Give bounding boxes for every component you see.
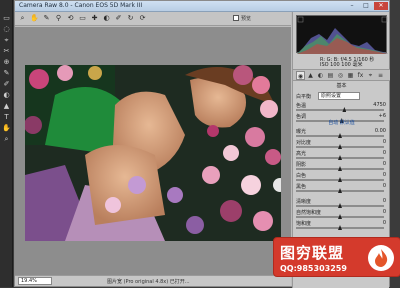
ps-tool-icon[interactable]: ✂ xyxy=(2,47,11,56)
slider-label: 色温 xyxy=(296,103,307,109)
slider-label: 清晰度 xyxy=(296,199,312,205)
slider-row: 饱和度 0 xyxy=(296,220,388,232)
slider-value[interactable]: 0 xyxy=(383,198,386,204)
workflow-options-link[interactable]: 图片宽 (Pro original 4.8x) 已打开... xyxy=(107,278,190,285)
preview-label: 预览 xyxy=(241,16,252,22)
panel-tabs: ◉ ▲ ◐ ▤ ◎ ▦ fx ⌖ ≡ xyxy=(293,69,390,81)
pixel-readout: R: G: B: f/4.5 1/160 秒 ISO 100 100 毫米 xyxy=(296,55,387,68)
slider-track[interactable] xyxy=(296,109,384,111)
image-canvas[interactable] xyxy=(15,27,291,275)
flame-logo-icon xyxy=(368,245,394,271)
dialog-titlebar: Camera Raw 8.0 - Canon EOS 5D Mark III –… xyxy=(15,1,389,12)
slider-label: 阴影 xyxy=(296,162,307,168)
raw-tool-icon[interactable]: ✎ xyxy=(42,14,51,23)
slider-value[interactable]: 0 xyxy=(383,209,386,215)
slider-label: 黑色 xyxy=(296,184,307,190)
raw-tool-icon[interactable]: ⚲ xyxy=(54,14,63,23)
slider-value[interactable]: 0.00 xyxy=(375,128,386,134)
panel-tab-icon[interactable]: fx xyxy=(356,71,365,80)
ps-tool-icon[interactable]: ▲ xyxy=(2,102,11,111)
ps-tool-icon[interactable]: ▭ xyxy=(2,14,11,23)
panel-tab-icon[interactable]: ▤ xyxy=(326,71,335,80)
white-balance-row: 白平衡 原照设置 xyxy=(296,92,388,101)
watermark-title: 图穷联盟 xyxy=(280,244,345,262)
raw-tool-icon[interactable]: ✐ xyxy=(114,14,123,23)
slider-label: 自然饱和度 xyxy=(296,210,322,216)
ps-tool-icon[interactable]: ✎ xyxy=(2,69,11,78)
raw-tool-icon[interactable]: ⌕ xyxy=(18,14,27,23)
maximize-button[interactable]: □ xyxy=(360,2,372,10)
close-button[interactable]: ✕ xyxy=(374,2,388,10)
raw-tool-icon[interactable]: ✋ xyxy=(30,14,39,23)
ps-tool-icon[interactable]: ⌖ xyxy=(2,36,11,45)
raw-tool-icon[interactable]: ◐ xyxy=(102,14,111,23)
raw-tool-icon[interactable]: ✚ xyxy=(90,14,99,23)
status-bar: 19.4% 图片宽 (Pro original 4.8x) 已打开... xyxy=(15,275,291,286)
white-balance-select[interactable]: 原照设置 xyxy=(318,92,360,100)
slider-value[interactable]: 0 xyxy=(383,183,386,189)
slider-label: 高光 xyxy=(296,151,307,157)
histogram xyxy=(296,15,388,54)
camera-raw-dialog: Camera Raw 8.0 - Canon EOS 5D Mark III –… xyxy=(14,0,400,288)
camera-raw-window: ▭ ◌ ⌖ ✂ ⊕ ✎ ✐ ◐ ▲ T ✋ ⌕ Camera Raw 8.0 - Canon EOS … xyxy=(0,0,400,288)
panel-section-title: 基本 xyxy=(336,83,347,89)
slider-value[interactable]: 0 xyxy=(383,220,386,226)
white-balance-label: 白平衡 xyxy=(296,94,312,100)
panel-tab-icon[interactable]: ◉ xyxy=(296,71,305,80)
ps-tool-icon[interactable]: ◐ xyxy=(2,91,11,100)
slider-value[interactable]: 4750 xyxy=(373,102,386,108)
slider-value[interactable]: 0 xyxy=(383,150,386,156)
slider-row: 黑色 0 xyxy=(296,183,388,195)
raw-tool-tray: 预览 ⌕ ✋ ✎ ⚲ ⟲ ▭ ✚ ◐ ✐ ↻ ⟳ xyxy=(15,12,291,26)
panel-tab-icon[interactable]: ◎ xyxy=(336,71,345,80)
slider-label: 对比度 xyxy=(296,140,312,146)
dialog-title: Camera Raw 8.0 - Canon EOS 5D Mark III xyxy=(19,2,143,9)
ps-tool-icon[interactable]: ✋ xyxy=(2,124,11,133)
minimize-button[interactable]: – xyxy=(346,2,358,10)
raw-tool-icon[interactable]: ↻ xyxy=(126,14,135,23)
ps-tool-icon[interactable]: ⊕ xyxy=(2,58,11,67)
panel-tab-icon[interactable]: ▦ xyxy=(346,71,355,80)
ps-tool-icon[interactable]: ✐ xyxy=(2,80,11,89)
raw-tool-icon[interactable]: ⟲ xyxy=(66,14,75,23)
photo-preview[interactable] xyxy=(25,65,281,241)
slider-value[interactable]: 0 xyxy=(383,161,386,167)
preview-checkbox[interactable] xyxy=(233,15,239,21)
raw-tool-icon[interactable]: ⟳ xyxy=(138,14,147,23)
slider-label: 白色 xyxy=(296,173,307,179)
slider-value[interactable]: 0 xyxy=(383,172,386,178)
watermark-qq: QQ:985303259 xyxy=(280,264,347,273)
ps-tool-icon[interactable]: ◌ xyxy=(2,25,11,34)
raw-tool-icon[interactable]: ▭ xyxy=(78,14,87,23)
panel-tab-icon[interactable]: ⌖ xyxy=(366,71,375,80)
slider-label: 曝光 xyxy=(296,129,307,135)
watermark-banner: 图穷联盟 QQ:985303259 xyxy=(273,237,400,277)
slider-value[interactable]: 0 xyxy=(383,139,386,145)
slider-label: 饱和度 xyxy=(296,221,312,227)
exif-readout: ISO 100 100 毫米 xyxy=(320,62,363,68)
ps-tool-icon[interactable]: T xyxy=(2,113,11,122)
panel-tab-icon[interactable]: ≡ xyxy=(376,71,385,80)
auto-default-links[interactable]: 自动 默认值 xyxy=(293,119,390,126)
ps-tool-icon[interactable]: ⌕ xyxy=(2,135,11,144)
panel-tab-icon[interactable]: ▲ xyxy=(306,71,315,80)
photoshop-toolbar: ▭ ◌ ⌖ ✂ ⊕ ✎ ✐ ◐ ▲ T ✋ ⌕ xyxy=(0,0,13,287)
zoom-level-select[interactable]: 19.4% xyxy=(18,277,52,285)
panel-tab-icon[interactable]: ◐ xyxy=(316,71,325,80)
